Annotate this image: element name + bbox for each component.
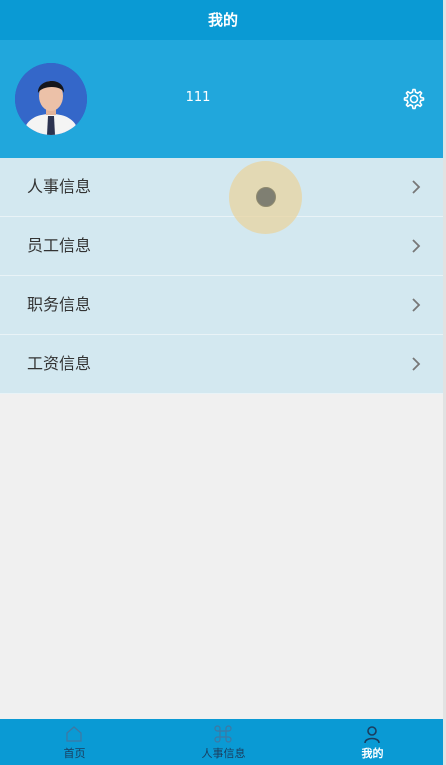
user-photo [15,63,87,135]
chevron-right-icon [412,298,421,312]
chevron-right-icon [412,180,421,194]
tab-label: 人事信息 [201,747,246,760]
username: 111 [185,90,211,105]
bottom-tab-bar: 首页 人事信息 我的 [0,719,446,765]
person-icon [364,726,380,744]
menu-item-employee-info[interactable]: 员工信息 [0,217,446,276]
menu-item-salary-info[interactable]: 工资信息 [0,335,446,394]
menu-item-position-info[interactable]: 职务信息 [0,276,446,335]
tab-personnel-info[interactable]: 人事信息 [149,719,298,765]
menu-item-label: 职务信息 [27,295,92,314]
tab-mine[interactable]: 我的 [298,719,446,765]
touch-point [256,187,276,207]
chevron-right-icon [412,357,421,371]
command-icon [214,725,232,743]
menu-item-personnel-info[interactable]: 人事信息 [0,158,446,217]
menu-item-label: 工资信息 [27,354,92,373]
chevron-right-icon [412,239,421,253]
menu-list: 人事信息 员工信息 职务信息 工资信息 [0,158,446,394]
tab-label: 我的 [361,747,384,760]
profile-card: 111 [0,40,446,158]
avatar[interactable] [15,63,87,135]
home-icon [66,726,82,742]
tab-label: 首页 [63,747,86,760]
tab-home[interactable]: 首页 [0,719,149,765]
menu-item-label: 员工信息 [27,236,92,255]
page-title: 我的 [0,0,446,40]
menu-item-label: 人事信息 [27,177,92,196]
gear-icon[interactable] [402,87,426,111]
